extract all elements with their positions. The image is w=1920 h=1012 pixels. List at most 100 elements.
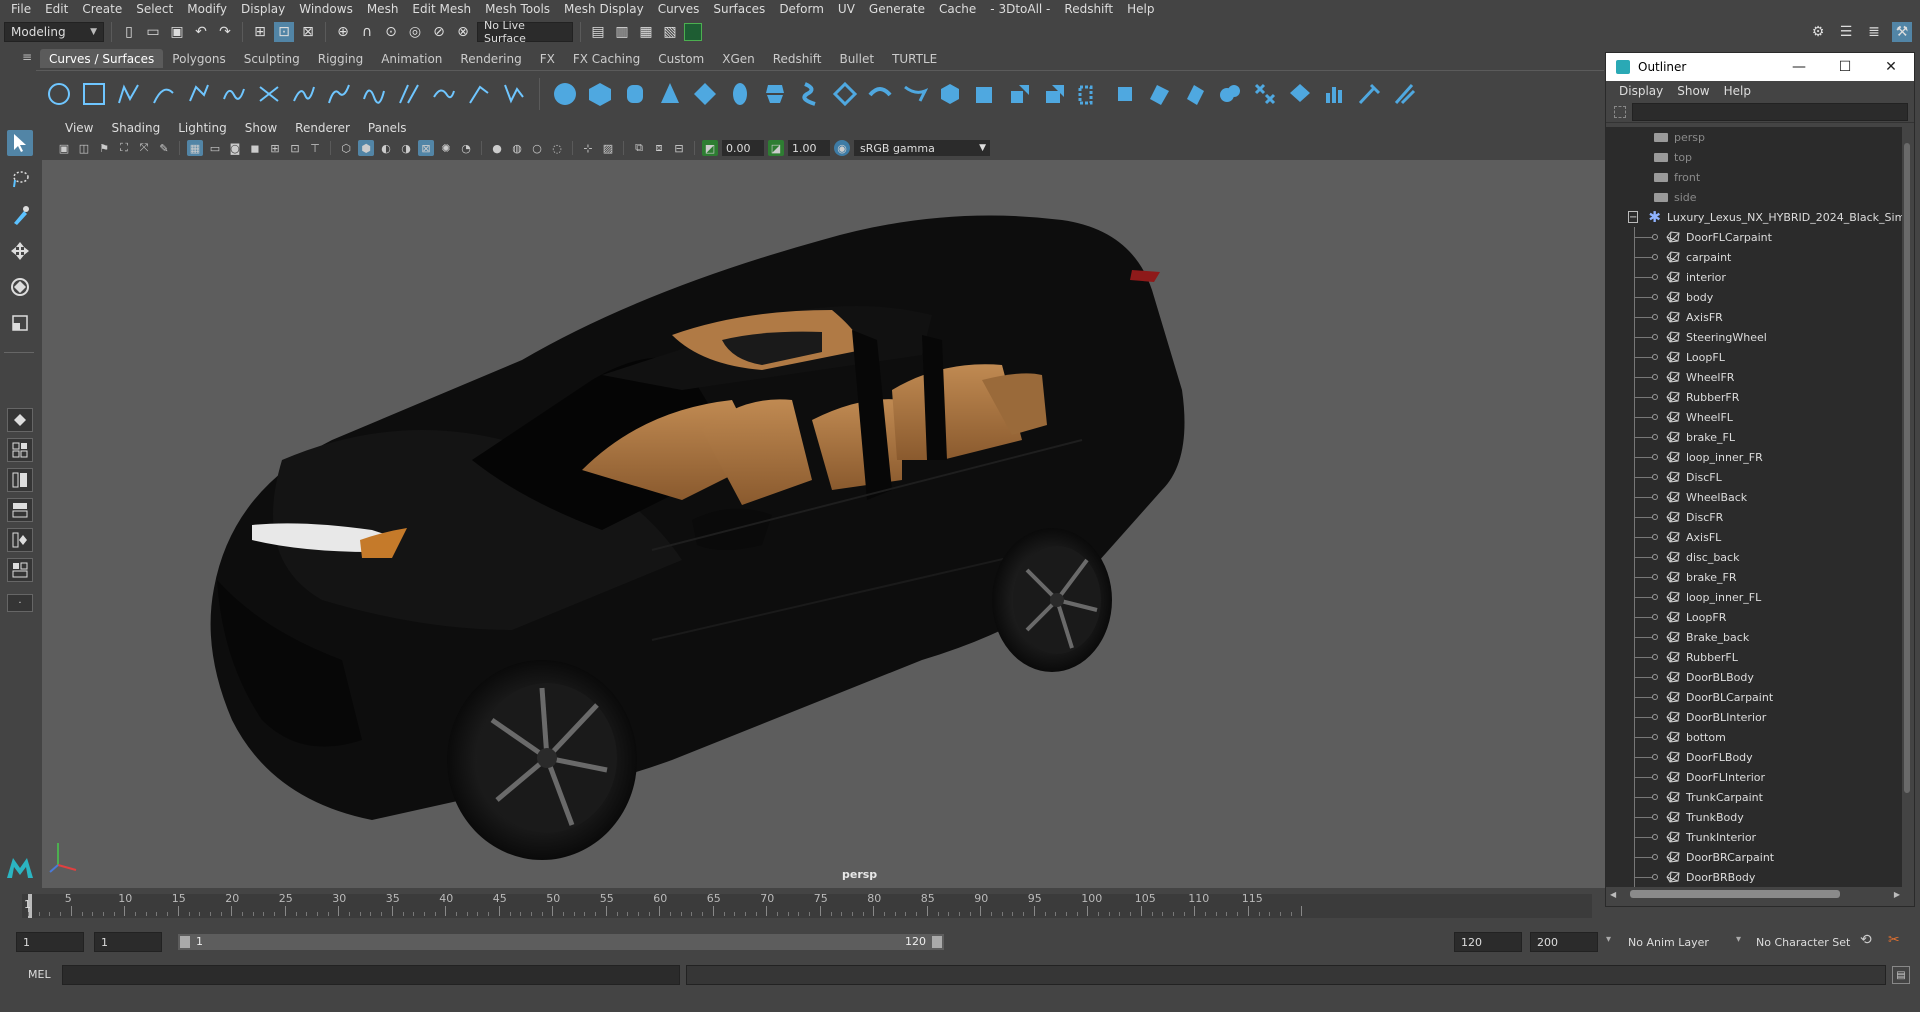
arc-tool-icon[interactable] (256, 81, 282, 107)
render-view-icon[interactable]: ▤ (588, 22, 608, 42)
outliner-menu-help[interactable]: Help (1717, 84, 1758, 98)
outliner-item[interactable]: WheelFR (1606, 367, 1902, 387)
wireframe-on-shaded-icon[interactable]: ◐ (378, 140, 394, 156)
scroll-left-icon[interactable]: ◀ (1610, 890, 1616, 899)
isolate-select-icon[interactable]: ⊹ (580, 140, 596, 156)
outliner-item[interactable]: DoorBLCarpaint (1606, 687, 1902, 707)
menu-edit-mesh[interactable]: Edit Mesh (405, 0, 478, 18)
range-end-handle[interactable] (932, 936, 942, 948)
save-scene-icon[interactable]: ▣ (167, 22, 187, 42)
nurbs-cube-icon[interactable] (587, 81, 613, 107)
persp-outliner-layout-button[interactable] (7, 528, 33, 552)
outliner-item[interactable]: RubberFL (1606, 647, 1902, 667)
motion-blur-icon[interactable]: ◍ (509, 140, 525, 156)
outliner-item[interactable]: DiscFR (1606, 507, 1902, 527)
rotate-tool-button[interactable] (7, 274, 33, 300)
shelf-tab-fx[interactable]: FX (531, 49, 564, 68)
outliner-camera-persp[interactable]: persp (1606, 127, 1902, 147)
birail-icon[interactable] (902, 81, 928, 107)
outliner-item[interactable]: DoorFLBody (1606, 747, 1902, 767)
reverse-curve-icon[interactable] (466, 81, 492, 107)
default-material-icon[interactable]: ◑ (398, 140, 414, 156)
range-start-handle[interactable] (180, 936, 190, 948)
nurbs-cone-icon[interactable] (657, 81, 683, 107)
menu-help[interactable]: Help (1120, 0, 1161, 18)
select-tool-button[interactable] (7, 130, 33, 156)
loft-icon[interactable] (797, 81, 823, 107)
nurbs-cylinder-icon[interactable] (622, 81, 648, 107)
menu-edit[interactable]: Edit (38, 0, 75, 18)
cv-curve-icon[interactable] (116, 81, 142, 107)
xray-joints-icon[interactable]: ⧉ (631, 140, 647, 156)
gamma-icon[interactable]: ◪ (768, 140, 784, 156)
use-all-lights-icon[interactable]: ✺ (438, 140, 454, 156)
safe-title-icon[interactable]: ⊤ (307, 140, 323, 156)
outliner-item[interactable]: DoorBRBody (1606, 867, 1902, 887)
bookmarks-icon[interactable]: ⚑ (96, 140, 112, 156)
nurbs-torus-icon[interactable] (727, 81, 753, 107)
outliner-search-input[interactable] (1632, 102, 1908, 121)
redo-icon[interactable]: ↷ (215, 22, 235, 42)
shelf-tab-custom[interactable]: Custom (649, 49, 713, 68)
paint-select-tool-button[interactable] (7, 202, 33, 228)
trim-tool-icon[interactable] (1147, 81, 1173, 107)
outliner-item[interactable]: AxisFL (1606, 527, 1902, 547)
detach-surfaces-icon[interactable] (1287, 81, 1313, 107)
gate-mask-icon[interactable]: ◼ (247, 140, 263, 156)
surface-edit-icon[interactable] (1392, 81, 1418, 107)
playback-start-field[interactable]: 1 (94, 932, 162, 952)
outliner-item[interactable]: interior (1606, 267, 1902, 287)
outliner-item[interactable]: DoorFLCarpaint (1606, 227, 1902, 247)
scale-tool-button[interactable] (7, 310, 33, 336)
textured-icon[interactable]: ⊠ (418, 140, 434, 156)
panel-menu-panels[interactable]: Panels (359, 121, 416, 135)
hypershade-icon[interactable] (684, 23, 702, 41)
menu-display[interactable]: Display (234, 0, 292, 18)
graph-editor-layout-button[interactable] (7, 498, 33, 522)
shadows-icon[interactable]: ◔ (458, 140, 474, 156)
outliner-item[interactable]: DoorBRCarpaint (1606, 847, 1902, 867)
outliner-group-row[interactable]: − ✱ Luxury_Lexus_NX_HYBRID_2024_Black_Simp… (1606, 207, 1902, 227)
command-input[interactable] (62, 965, 680, 985)
render-current-icon[interactable]: ▥ (612, 22, 632, 42)
auto-key-icon[interactable]: ⟲ (1860, 932, 1872, 948)
scroll-right-icon[interactable]: ▶ (1894, 890, 1900, 899)
minimize-icon[interactable]: — (1776, 59, 1822, 75)
outliner-item[interactable]: DiscFL (1606, 467, 1902, 487)
snap-point-icon[interactable]: ⊙ (381, 22, 401, 42)
shelf-tab-xgen[interactable]: XGen (713, 49, 764, 68)
color-management-icon[interactable]: ◉ (834, 140, 850, 156)
menu-mesh-display[interactable]: Mesh Display (557, 0, 651, 18)
scroll-thumb[interactable] (1904, 143, 1910, 793)
intersect-icon[interactable] (1112, 81, 1138, 107)
outliner-item[interactable]: disc_back (1606, 547, 1902, 567)
attach-curves-icon[interactable] (291, 81, 317, 107)
chevron-down-icon[interactable]: ▾ (1736, 934, 1741, 945)
grid-icon[interactable]: ▦ (187, 140, 203, 156)
resolution-gate-icon[interactable]: ◙ (227, 140, 243, 156)
outliner-item[interactable]: bottom (1606, 727, 1902, 747)
tool-settings-icon[interactable]: ⚒ (1892, 22, 1912, 42)
shelf-tab-polygons[interactable]: Polygons (163, 49, 234, 68)
workspace-dropdown[interactable]: Modeling ▼ (4, 22, 104, 42)
view-transform-dropdown[interactable]: sRGB gamma ▼ (854, 140, 990, 156)
shelf-tab-bullet[interactable]: Bullet (830, 49, 883, 68)
outliner-menu-display[interactable]: Display (1612, 84, 1670, 98)
collapse-icon[interactable]: − (1628, 211, 1639, 223)
snap-surface-icon[interactable]: ⊘ (429, 22, 449, 42)
close-icon[interactable]: ✕ (1868, 59, 1914, 75)
outliner-item[interactable]: TrunkBody (1606, 807, 1902, 827)
untrim-icon[interactable] (1182, 81, 1208, 107)
move-tool-button[interactable] (7, 238, 33, 264)
menu-3dtoall[interactable]: - 3DtoAll - (983, 0, 1057, 18)
outliner-item[interactable]: carpaint (1606, 247, 1902, 267)
extend-curve-icon[interactable] (396, 81, 422, 107)
ipr-render-icon[interactable]: ▦ (636, 22, 656, 42)
outliner-item[interactable]: WheelFL (1606, 407, 1902, 427)
gamma-field[interactable]: 1.00 (788, 140, 830, 156)
select-hierarchy-icon[interactable]: ⊞ (250, 22, 270, 42)
outliner-item[interactable]: brake_FR (1606, 567, 1902, 587)
magnet-icon[interactable]: ⊗ (453, 22, 473, 42)
outliner-item[interactable]: TrunkCarpaint (1606, 787, 1902, 807)
film-gate-icon[interactable]: ▭ (207, 140, 223, 156)
